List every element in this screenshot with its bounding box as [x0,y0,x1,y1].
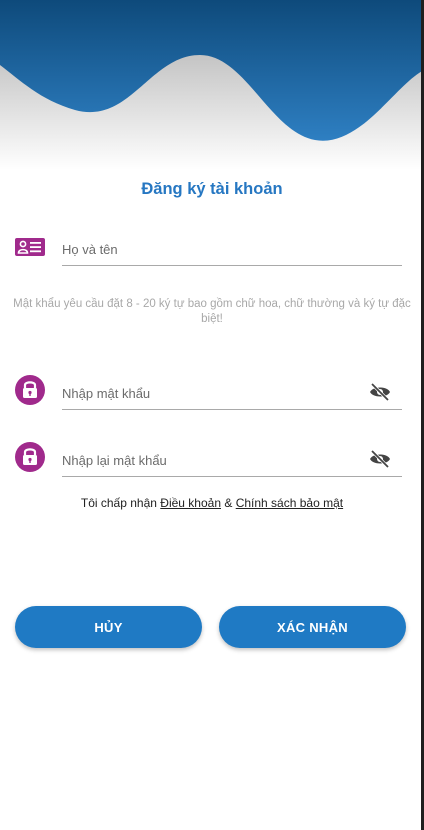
terms-link[interactable]: Điều khoản [160,496,221,510]
password-underline [62,409,402,410]
wave-header [0,0,424,170]
lock-icon [15,442,45,477]
password-field [0,372,424,432]
confirm-password-field [0,439,424,499]
password-hint: Mật khẩu yêu cầu đặt 8 - 20 ký tự bao gồ… [13,298,411,325]
fullname-input[interactable] [62,240,402,258]
eye-off-icon[interactable] [368,382,392,402]
page-title: Đăng ký tài khoản [141,180,283,198]
terms-separator: & [224,496,233,510]
terms-prefix: Tôi chấp nhận [80,496,157,510]
confirm-password-underline [62,476,402,477]
cancel-button[interactable]: HỦY [15,606,202,648]
id-card-icon [15,238,45,261]
privacy-link[interactable]: Chính sách bảo mật [236,496,343,510]
eye-off-icon[interactable] [368,449,392,469]
confirm-password-input[interactable] [62,451,352,469]
terms-agreement: Tôi chấp nhận Điều khoản & Chính sách bả… [0,496,424,510]
password-input[interactable] [62,384,352,402]
fullname-field [0,228,424,288]
confirm-button[interactable]: XÁC NHẬN [219,606,406,648]
fullname-underline [62,265,402,266]
lock-icon [15,375,45,410]
